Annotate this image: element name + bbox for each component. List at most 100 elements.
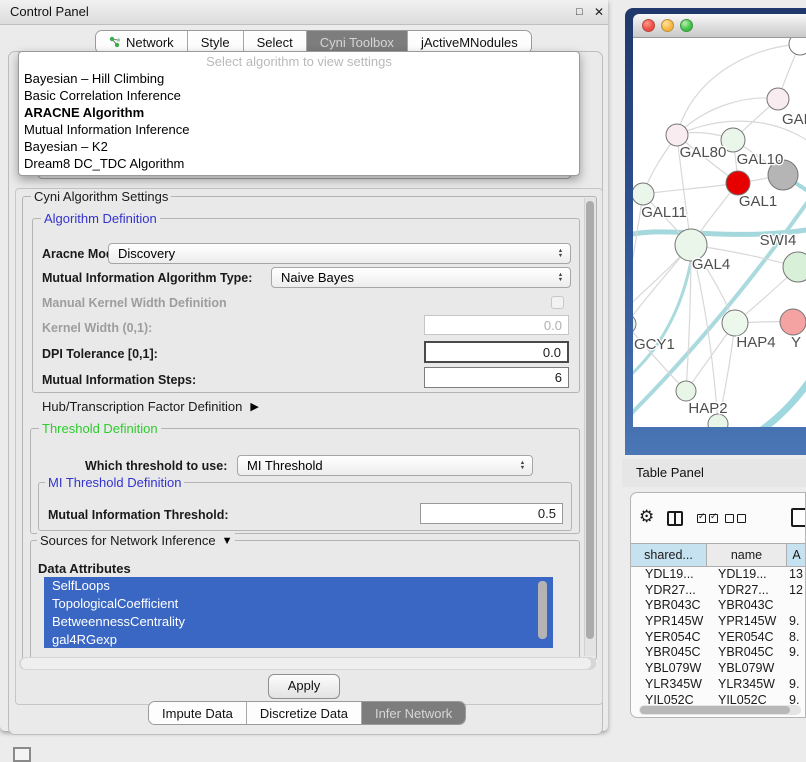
attributes-list-scrollbar-thumb[interactable]: [538, 581, 547, 639]
table-cell: YIL052C: [707, 693, 787, 706]
tab-discretize-data[interactable]: Discretize Data: [247, 702, 362, 724]
tab-jactivemnodules[interactable]: jActiveMNodules: [408, 31, 531, 53]
network-view-window: GALGAL80GAL10GAL1GAL11SWI4GAL4HAP4YGCY1H…: [625, 8, 806, 455]
table-cell: [787, 598, 806, 614]
network-node-hap2[interactable]: [676, 381, 696, 401]
settings-horizontal-scrollbar-thumb[interactable]: [21, 658, 591, 669]
hub-tf-definition-toggle[interactable]: Hub/Transcription Factor Definition ▶: [42, 399, 259, 414]
network-node-gcy1[interactable]: [633, 314, 636, 334]
table-cell: 12: [787, 583, 806, 599]
column-header-shared-[interactable]: shared...: [631, 543, 707, 567]
network-node-hap4[interactable]: [722, 310, 748, 336]
data-attribute-item[interactable]: gal4RGexp: [44, 631, 553, 648]
deselect-all-columns-icon[interactable]: [725, 514, 746, 523]
algorithm-option[interactable]: Basic Correlation Inference: [19, 87, 579, 104]
settings-horizontal-scrollbar[interactable]: [19, 657, 596, 670]
table-cell: 8.: [787, 630, 806, 646]
control-panel-titlebar[interactable]: Control Panel □ ✕: [0, 0, 608, 25]
float-window-icon[interactable]: □: [576, 5, 583, 19]
table-cell: YPR145W: [707, 614, 787, 630]
new-table-icon[interactable]: [791, 508, 806, 527]
select-all-columns-icon[interactable]: ✓ ✓: [697, 514, 718, 523]
tab-cyni-toolbox[interactable]: Cyni Toolbox: [307, 31, 408, 53]
network-edge[interactable]: [721, 376, 806, 427]
minimize-traffic-light-icon[interactable]: [661, 19, 674, 32]
algorithm-dropdown-placeholder: Select algorithm to view settings: [19, 54, 579, 70]
tab-impute-data[interactable]: Impute Data: [149, 702, 247, 724]
table-panel: ⚙ ✓ ✓ shared...nameA YDL19...YDL19...13Y…: [630, 492, 806, 718]
table-row[interactable]: YBR043CYBR043C: [631, 598, 806, 614]
network-canvas[interactable]: GALGAL80GAL10GAL1GAL11SWI4GAL4HAP4YGCY1H…: [633, 38, 806, 427]
network-window-titlebar[interactable]: [633, 14, 806, 38]
data-attribute-item[interactable]: TopologicalCoefficient: [44, 595, 553, 613]
tab-style[interactable]: Style: [188, 31, 244, 53]
mi-algorithm-type-combobox[interactable]: Naive Bayes ▲▼: [271, 267, 571, 288]
algorithm-option[interactable]: Bayesian – Hill Climbing: [19, 70, 579, 87]
table-horizontal-scrollbar[interactable]: [639, 705, 801, 715]
column-header-a[interactable]: A: [787, 543, 806, 567]
tab-infer-network[interactable]: Infer Network: [362, 702, 465, 724]
tab-label: Cyni Toolbox: [320, 35, 394, 50]
dpi-tolerance-input[interactable]: 0.0: [424, 341, 569, 363]
which-threshold-combobox[interactable]: MI Threshold ▲▼: [237, 455, 533, 476]
table-row[interactable]: YBL079WYBL079W: [631, 661, 806, 677]
table-row[interactable]: YLR345WYLR345W9.: [631, 677, 806, 693]
apply-button[interactable]: Apply: [268, 674, 340, 699]
table-cell: 9.: [787, 645, 806, 661]
table-row[interactable]: YIL052CYIL052C9.: [631, 693, 806, 706]
data-attributes-label: Data Attributes: [38, 561, 131, 576]
mi-algorithm-type-value: Naive Bayes: [281, 270, 354, 285]
network-node-label: GAL1: [739, 193, 777, 210]
network-node-gal[interactable]: [767, 88, 789, 110]
settings-vertical-scrollbar[interactable]: [584, 198, 596, 656]
network-node-label: Y: [791, 334, 801, 351]
table-row[interactable]: YBR045CYBR045C9.: [631, 645, 806, 661]
gear-icon[interactable]: ⚙: [639, 507, 654, 527]
table-row[interactable]: YDL19...YDL19...13: [631, 567, 806, 583]
network-edge[interactable]: [643, 183, 738, 194]
network-node-gal1[interactable]: [726, 171, 750, 195]
table-horizontal-scrollbar-thumb[interactable]: [640, 706, 790, 714]
table-cell: YDL19...: [631, 567, 707, 583]
sources-group-header[interactable]: Sources for Network Inference ▼: [37, 533, 235, 548]
network-edge[interactable]: [633, 324, 686, 391]
zoom-traffic-light-icon[interactable]: [680, 19, 693, 32]
network-node-y[interactable]: [780, 309, 806, 335]
mi-threshold-input[interactable]: 0.5: [420, 503, 563, 524]
table-row[interactable]: YER054CYER054C8.: [631, 630, 806, 646]
settings-vertical-scrollbar-thumb[interactable]: [586, 201, 594, 639]
network-node-gal80[interactable]: [666, 124, 688, 146]
tab-select[interactable]: Select: [244, 31, 307, 53]
network-node-label: SWI4: [760, 232, 797, 249]
aracne-mode-combobox[interactable]: Discovery ▲▼: [108, 243, 571, 264]
close-traffic-light-icon[interactable]: [642, 19, 655, 32]
mi-threshold-label: Mutual Information Threshold:: [48, 508, 229, 522]
algorithm-definition-title: Algorithm Definition: [41, 211, 160, 226]
table-row[interactable]: YPR145WYPR145W9.: [631, 614, 806, 630]
manual-kernel-width-checkbox[interactable]: [551, 296, 564, 309]
split-columns-icon[interactable]: [667, 511, 683, 526]
algorithm-option[interactable]: Dream8 DC_TDC Algorithm: [19, 155, 579, 172]
unchecked-box-icon: [725, 514, 734, 523]
table-panel-title: Table Panel: [636, 465, 704, 480]
kernel-width-input[interactable]: 0.0: [424, 315, 569, 335]
data-attribute-item[interactable]: SelfLoops: [44, 577, 553, 595]
algorithm-option[interactable]: Mutual Information Inference: [19, 121, 579, 138]
tab-network[interactable]: Network: [96, 31, 188, 53]
algorithm-option[interactable]: Bayesian – K2: [19, 138, 579, 155]
combo-stepper-icon: ▲▼: [556, 269, 565, 282]
network-node-gal11[interactable]: [633, 183, 654, 205]
network-node[interactable]: [789, 38, 806, 55]
close-window-icon[interactable]: ✕: [594, 5, 604, 19]
unchecked-box-icon: [737, 514, 746, 523]
data-attribute-item[interactable]: BetweennessCentrality: [44, 613, 553, 631]
table-cell: YBR045C: [707, 645, 787, 661]
mi-steps-input[interactable]: 6: [424, 367, 569, 388]
tab-label: Style: [201, 35, 230, 50]
control-panel-title: Control Panel: [10, 4, 89, 19]
algorithm-option[interactable]: ARACNE Algorithm: [19, 104, 579, 121]
collapsed-panel-icon[interactable]: [13, 747, 31, 762]
table-panel-titlebar: Table Panel: [622, 459, 806, 487]
column-header-name[interactable]: name: [707, 543, 787, 567]
table-row[interactable]: YDR27...YDR27...12: [631, 583, 806, 599]
